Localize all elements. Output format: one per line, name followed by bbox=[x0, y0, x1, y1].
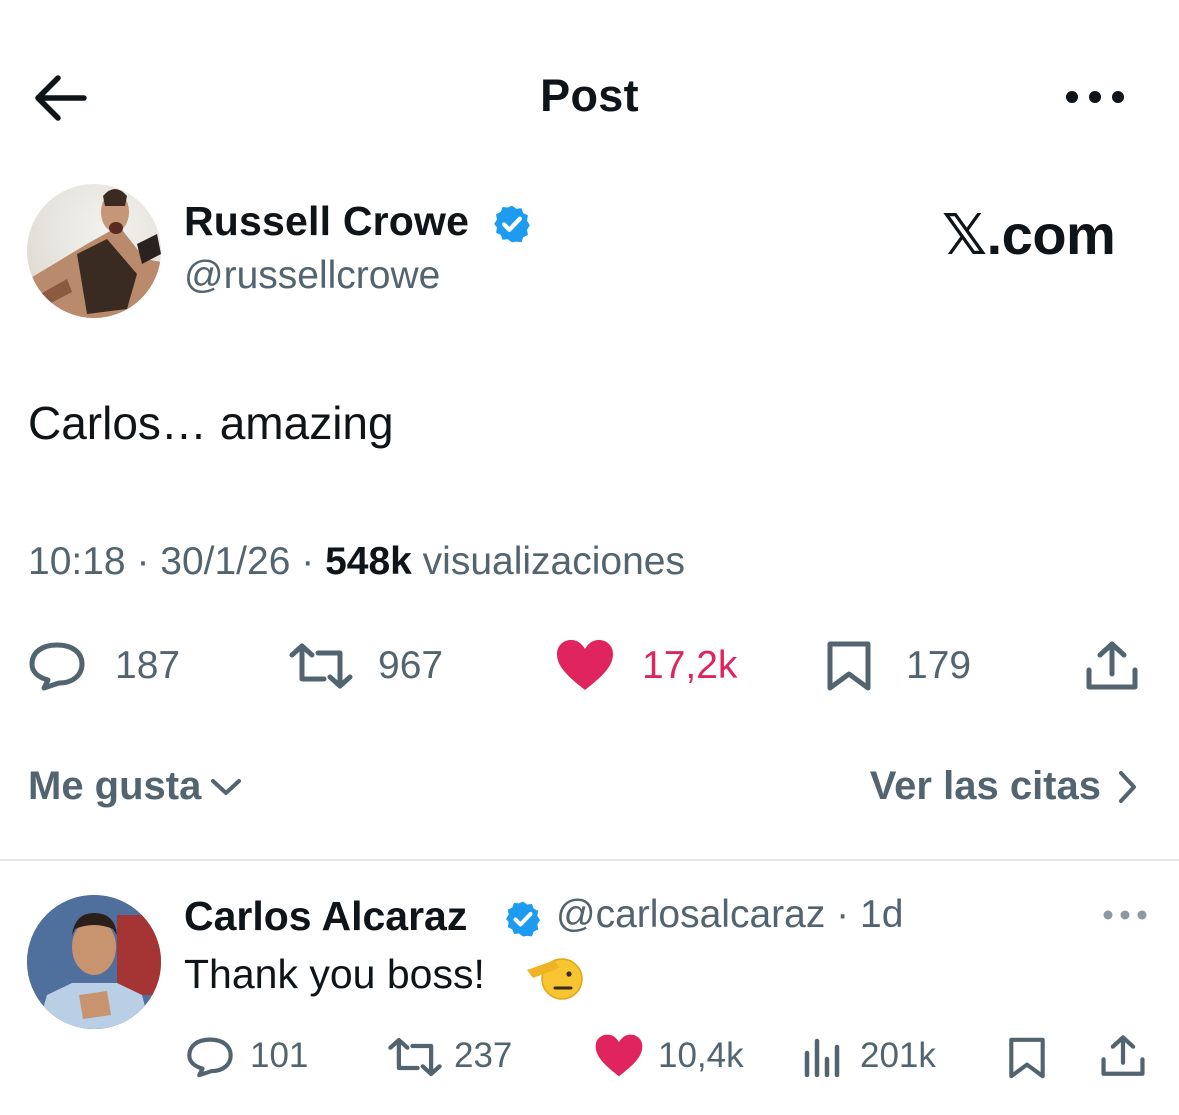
page-title: Post bbox=[540, 70, 639, 121]
reply-like-count: 10,4k bbox=[658, 1036, 744, 1075]
post-detail-page: Post Russell Crowe @russellcrowe 𝕏.com C… bbox=[0, 0, 1179, 1115]
author-handle[interactable]: @russellcrowe bbox=[184, 254, 440, 298]
reply-repost-count: 237 bbox=[454, 1036, 513, 1075]
reply-text: Thank you boss! bbox=[184, 951, 485, 997]
divider bbox=[0, 859, 1179, 861]
post-meta: 10:18 · 30/1/26 · 548k visualizaciones bbox=[28, 540, 685, 584]
x-com-watermark: 𝕏.com bbox=[942, 203, 1116, 266]
reply-count: 187 bbox=[115, 644, 181, 687]
verified-badge-icon bbox=[491, 203, 533, 245]
author-avatar[interactable] bbox=[27, 184, 161, 318]
verified-badge-icon bbox=[503, 899, 543, 939]
meta-separator: · bbox=[290, 540, 326, 583]
likes-sort-dropdown[interactable]: Me gusta bbox=[28, 764, 243, 809]
likes-sort-label: Me gusta bbox=[28, 764, 202, 808]
reply-more-options-icon[interactable] bbox=[1102, 905, 1148, 925]
reply-author-avatar[interactable] bbox=[27, 895, 161, 1029]
saluting-face-emoji-icon bbox=[525, 950, 583, 1004]
reply-age: 1d bbox=[860, 893, 904, 936]
repost-count: 967 bbox=[378, 644, 444, 687]
like-count: 17,2k bbox=[642, 644, 738, 687]
chevron-right-icon bbox=[1119, 770, 1136, 803]
meta-separator: · bbox=[125, 540, 161, 583]
reply-icon[interactable] bbox=[28, 641, 86, 696]
reply-icon[interactable] bbox=[186, 1036, 234, 1083]
views-analytics-icon[interactable] bbox=[802, 1035, 844, 1082]
bookmark-icon[interactable] bbox=[826, 640, 872, 697]
view-quotes-link[interactable]: Ver las citas bbox=[870, 764, 1139, 809]
post-date: 30/1/26 bbox=[160, 540, 291, 583]
like-heart-icon[interactable] bbox=[555, 638, 615, 697]
bookmark-icon[interactable] bbox=[1008, 1036, 1046, 1085]
bookmark-count: 179 bbox=[906, 644, 972, 687]
like-heart-icon[interactable] bbox=[594, 1033, 644, 1083]
share-icon[interactable] bbox=[1085, 640, 1139, 697]
views-label: visualizaciones bbox=[411, 540, 685, 583]
meta-separator: · bbox=[825, 893, 861, 936]
views-count[interactable]: 548k bbox=[325, 540, 412, 583]
post-time: 10:18 bbox=[28, 540, 126, 583]
author-name[interactable]: Russell Crowe bbox=[184, 198, 469, 245]
post-text: Carlos… amazing bbox=[28, 397, 394, 449]
share-icon[interactable] bbox=[1100, 1034, 1146, 1083]
more-options-icon[interactable] bbox=[1062, 82, 1128, 112]
reply-author-handle-line: @carlosalcaraz · 1d bbox=[556, 893, 903, 937]
repost-icon[interactable] bbox=[387, 1037, 443, 1082]
reply-views-count: 201k bbox=[860, 1036, 936, 1075]
reply-reply-count: 101 bbox=[250, 1036, 309, 1075]
view-quotes-label: Ver las citas bbox=[869, 764, 1101, 808]
reply-author-handle[interactable]: @carlosalcaraz bbox=[556, 893, 825, 936]
chevron-down-icon bbox=[211, 778, 242, 795]
reply-author-name[interactable]: Carlos Alcaraz bbox=[184, 893, 467, 940]
repost-icon[interactable] bbox=[288, 643, 354, 694]
